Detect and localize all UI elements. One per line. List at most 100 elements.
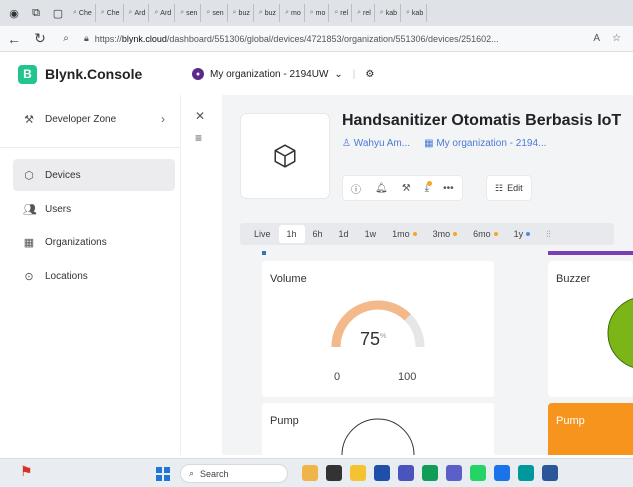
volume-widget[interactable]: Volume 75% 0 100 — [262, 261, 494, 397]
taskbar-apps — [302, 465, 558, 481]
task-view-icon[interactable] — [326, 465, 342, 481]
windows-start-icon[interactable] — [156, 467, 170, 481]
close-icon[interactable]: ✕ — [195, 109, 205, 123]
browser-tab[interactable]: ⌕ mo — [307, 4, 330, 22]
refresh-icon[interactable]: ↻ — [32, 30, 48, 47]
teams-icon[interactable] — [398, 465, 414, 481]
browser-tab-label: rel — [363, 9, 371, 17]
sidebar-item-organizations[interactable]: ▦ Organizations — [13, 226, 175, 258]
tab-favicon-icon: ⌕ — [232, 9, 237, 16]
browser-tab[interactable]: ⌕ Che — [70, 4, 96, 22]
browser-tab[interactable]: ⌕ Ard — [126, 4, 150, 22]
time-range-3mo[interactable]: 3mo — [425, 225, 466, 243]
time-range-bar: Live 1h 6h 1d 1w 1mo 3mo 6mo 1y ⫶⫶ — [240, 223, 614, 245]
more-icon[interactable]: ••• — [443, 183, 454, 194]
time-range-label: 3mo — [432, 229, 451, 239]
browser-tab[interactable]: ⌕ rel — [331, 4, 353, 22]
time-range-1w[interactable]: 1w — [357, 225, 385, 243]
device-image-card — [240, 113, 330, 199]
tab-favicon-icon: ⌕ — [379, 9, 384, 16]
time-range-label: Live — [254, 229, 271, 239]
time-range-Live[interactable]: Live — [246, 225, 279, 243]
buzzer-led-circle — [607, 298, 633, 368]
file-explorer-icon[interactable] — [350, 465, 366, 481]
time-range-1mo[interactable]: 1mo — [384, 225, 425, 243]
tab-favicon-icon: ⌕ — [180, 9, 185, 16]
premium-dot — [453, 232, 458, 236]
arduino-icon[interactable] — [518, 465, 534, 481]
url-prefix: https:// — [94, 33, 122, 44]
browser-tab[interactable]: ⌕ buz — [230, 4, 254, 22]
tab-favicon-icon: ⌕ — [154, 9, 159, 16]
menu-icon[interactable]: ≡ — [195, 131, 202, 145]
settings-gear-icon[interactable]: ⚙ — [365, 69, 374, 80]
organization-selector[interactable]: ● My organization - 2194UW ⌄ | ⚙ — [180, 68, 374, 80]
sidebar-item-users[interactable]: 👥︎ Users — [13, 193, 175, 225]
tab-favicon-icon: ⌕ — [285, 9, 289, 16]
browser-tab[interactable]: ⌕ Ard — [151, 4, 176, 22]
teams-chat-icon[interactable] — [446, 465, 462, 481]
sidebar-item-devices[interactable]: ⬡ Devices — [13, 159, 175, 191]
word-icon[interactable] — [542, 465, 558, 481]
blynk-logo: B — [18, 64, 37, 84]
lock-icon: 🔒︎ — [84, 33, 89, 43]
sidebar-item-developer-zone[interactable]: ⚒ Developer Zone › — [13, 103, 175, 135]
time-range-1y[interactable]: 1y — [506, 225, 539, 243]
time-range-6h[interactable]: 6h — [305, 225, 331, 243]
profile-icon[interactable]: ◉ — [4, 3, 24, 23]
buzzer-widget[interactable]: Buzzer — [548, 261, 633, 397]
whatsapp-icon[interactable] — [470, 465, 486, 481]
browser-tab[interactable]: ⌕ buz — [256, 4, 281, 22]
time-range-label: 1d — [338, 229, 349, 239]
app-icon[interactable] — [494, 465, 510, 481]
app-icon[interactable] — [302, 465, 318, 481]
browser-tab-label: kab — [385, 9, 397, 17]
browser-tab[interactable]: ⌕ kab — [377, 4, 401, 22]
browser-tab[interactable]: ⌕ kab — [403, 4, 428, 22]
download-icon[interactable]: ⤓ — [425, 180, 433, 194]
browser-tab[interactable]: ⌕ mo — [282, 4, 305, 22]
time-range-6mo[interactable]: 6mo — [465, 225, 506, 243]
chevron-right-icon: › — [161, 112, 165, 126]
brand[interactable]: B Blynk.Console — [0, 64, 180, 84]
back-icon[interactable]: ← — [6, 31, 22, 47]
gauge-max: 100 — [398, 371, 417, 383]
browser-tab[interactable]: ⌕ rel — [354, 4, 375, 22]
browser-tab[interactable]: ⌕ sen — [177, 4, 202, 22]
browser-tab-label: mo — [315, 9, 326, 17]
pump-gauge-widget[interactable]: Pump — [262, 403, 494, 455]
weather-alert-icon[interactable]: ⚑ — [20, 463, 38, 483]
pump-switch-widget[interactable]: Pump — [548, 403, 633, 455]
device-organization[interactable]: ▦ My organization - 2194... — [424, 138, 546, 149]
url-path: /dashboard/551306/global/devices/4721853… — [166, 33, 499, 44]
browser-tab[interactable]: ⌕ Che — [98, 4, 124, 22]
edit-icon: ☷ — [495, 182, 504, 193]
url-field[interactable]: 🔒︎ https://blynk.cloud/dashboard/551306/… — [84, 33, 583, 44]
store-icon[interactable] — [374, 465, 390, 481]
bell-icon[interactable]: 🔔︎ — [375, 183, 388, 194]
users-icon: 👥︎ — [23, 203, 37, 216]
custom-range-icon[interactable]: ⫶⫶ — [538, 225, 559, 243]
info-icon[interactable]: ⓘ — [351, 181, 361, 196]
device-owner[interactable]: ♙ Wahyu Am... — [342, 138, 410, 149]
browser-tab[interactable]: ⌕ sen — [203, 4, 228, 22]
taskbar-search[interactable]: ⌕ Search — [180, 464, 288, 483]
favorite-star-icon[interactable]: ☆ — [612, 33, 621, 44]
widget-accent-strip — [262, 251, 266, 255]
time-range-1d[interactable]: 1d — [331, 225, 357, 243]
edit-button[interactable]: ☷ Edit — [486, 175, 532, 201]
cube-icon: ⬡ — [24, 169, 34, 182]
premium-dot — [526, 232, 531, 236]
read-aloud-icon[interactable]: A — [593, 33, 600, 44]
search-icon[interactable]: ⌕ — [58, 33, 74, 44]
chevron-down-icon: ⌄ — [334, 68, 343, 80]
tab-actions-icon[interactable]: ▢ — [48, 3, 68, 23]
edit-label: Edit — [507, 183, 523, 193]
tools-icon[interactable]: ⚒ — [402, 183, 411, 194]
edge-icon[interactable] — [422, 465, 438, 481]
time-range-1h[interactable]: 1h — [278, 225, 305, 243]
workspaces-icon[interactable]: ⧉ — [26, 3, 46, 23]
brand-name: Blynk.Console — [45, 66, 143, 82]
tab-favicon-icon: ⌕ — [128, 9, 133, 16]
sidebar-item-locations[interactable]: ⊙ Locations — [13, 260, 175, 292]
